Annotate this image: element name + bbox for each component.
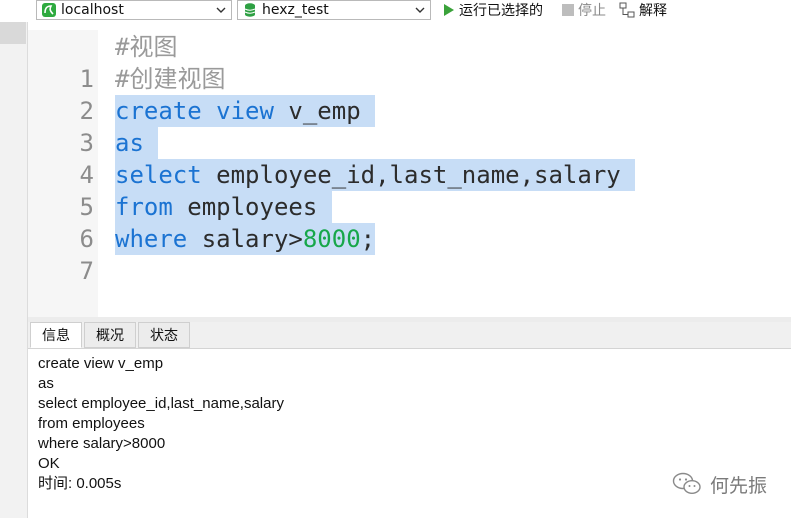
result-tabs: 信息 概况 状态 bbox=[28, 322, 791, 349]
code-text: v_emp bbox=[273, 97, 376, 125]
run-selected-label: 运行已选择的 bbox=[459, 3, 543, 19]
stop-icon bbox=[562, 4, 574, 16]
watermark: 何先振 bbox=[672, 470, 767, 498]
left-side-panel bbox=[0, 22, 28, 518]
tab-status-label: 状态 bbox=[150, 328, 178, 344]
code-text: salary> bbox=[187, 225, 303, 253]
toolbar: localhost hexz_test 运行已选择的 停止 解释 bbox=[0, 0, 791, 22]
code-line: 6 from employees bbox=[28, 191, 791, 253]
chevron-down-icon bbox=[415, 7, 425, 13]
code-text: employees bbox=[172, 193, 332, 221]
keyword: select bbox=[115, 161, 202, 189]
output-line: where salary>8000 bbox=[38, 435, 166, 452]
sql-editor[interactable]: 1 #视图 2 #创建视图 3 create view v_emp 4 as 5… bbox=[28, 30, 791, 317]
code-line: 7 where salary>8000; bbox=[28, 223, 791, 285]
keyword: from bbox=[115, 193, 173, 221]
database-label: hexz_test bbox=[262, 2, 329, 18]
message-output: create view v_emp as select employee_id,… bbox=[38, 354, 778, 494]
chevron-down-icon bbox=[216, 7, 226, 13]
output-line: create view v_emp bbox=[38, 355, 164, 372]
watermark-text: 何先振 bbox=[710, 474, 768, 497]
code-line: 3 create view v_emp bbox=[28, 95, 791, 157]
number-literal: 8000 bbox=[302, 225, 361, 253]
wechat-icon bbox=[672, 472, 701, 495]
side-tab[interactable] bbox=[0, 22, 26, 44]
connection-select[interactable]: localhost bbox=[36, 0, 232, 20]
line-number: 7 bbox=[79, 257, 94, 285]
tab-info-label: 信息 bbox=[42, 328, 70, 344]
tab-overview-label: 概况 bbox=[96, 328, 124, 344]
code-text: ; bbox=[360, 225, 376, 253]
output-line: OK bbox=[38, 455, 60, 472]
keyword: view bbox=[216, 97, 274, 125]
comment-text: #视图 bbox=[115, 33, 178, 61]
code-text: employee_id,last_name,salary bbox=[201, 161, 636, 189]
stop-label: 停止 bbox=[578, 3, 606, 19]
output-line: from employees bbox=[38, 415, 145, 432]
code-line: 5 select employee_id,last_name,salary bbox=[28, 159, 791, 221]
keyword: as bbox=[115, 129, 144, 157]
run-selected-button[interactable]: 运行已选择的 bbox=[442, 0, 543, 20]
database-icon bbox=[244, 3, 256, 17]
explain-icon bbox=[619, 2, 635, 18]
keyword: where bbox=[115, 225, 188, 253]
output-line: 时间: 0.005s bbox=[38, 475, 122, 492]
output-line: select employee_id,last_name,salary bbox=[38, 395, 284, 412]
database-select[interactable]: hexz_test bbox=[237, 0, 431, 20]
explain-label: 解释 bbox=[639, 3, 667, 19]
code-line: 1 #视图 bbox=[28, 31, 791, 93]
tab-info[interactable]: 信息 bbox=[30, 322, 82, 348]
explain-button[interactable]: 解释 bbox=[619, 0, 667, 20]
comment-text: #创建视图 bbox=[115, 65, 226, 93]
connection-label: localhost bbox=[61, 2, 124, 18]
tab-overview[interactable]: 概况 bbox=[84, 322, 136, 348]
stop-button[interactable]: 停止 bbox=[562, 0, 606, 20]
connection-icon bbox=[42, 3, 56, 17]
code-line: 4 as bbox=[28, 127, 791, 189]
tab-status[interactable]: 状态 bbox=[138, 322, 190, 348]
output-line: as bbox=[38, 375, 54, 392]
keyword: create bbox=[115, 97, 202, 125]
code-line: 2 #创建视图 bbox=[28, 63, 791, 125]
play-icon bbox=[444, 4, 454, 16]
